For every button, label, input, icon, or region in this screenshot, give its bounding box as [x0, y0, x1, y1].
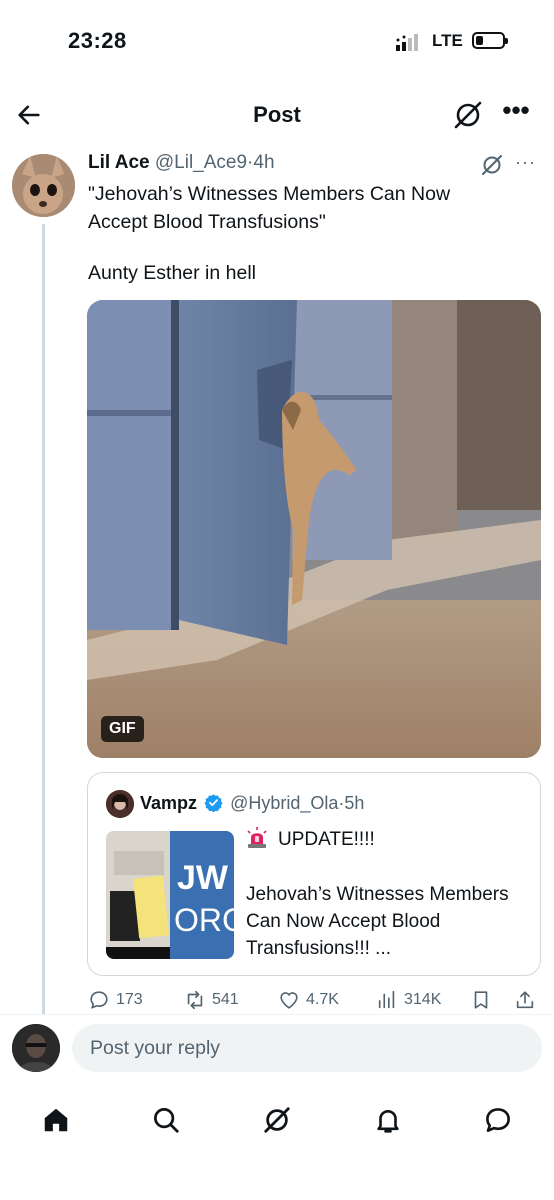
reply-icon	[90, 991, 108, 1009]
divider	[0, 1014, 554, 1015]
post-more-button[interactable]: ···	[515, 152, 536, 173]
nav-notifications[interactable]	[368, 1100, 408, 1140]
quote-author-handle[interactable]: @Hybrid_Ola	[230, 793, 338, 813]
nav-grok[interactable]	[257, 1100, 297, 1140]
top-header: Post •••	[0, 88, 554, 142]
grok-icon	[264, 1107, 290, 1133]
nav-home[interactable]	[36, 1100, 76, 1140]
nav-messages[interactable]	[478, 1100, 518, 1140]
reply-button[interactable]: 173	[88, 986, 143, 1014]
bookmark-icon	[474, 991, 488, 1009]
repost-button[interactable]: 541	[184, 986, 239, 1014]
quoted-post[interactable]: Vampz @Hybrid_Ola·5h JW ORG UPDATE!!!!	[87, 772, 541, 976]
share-icon	[516, 991, 534, 1009]
views-icon	[378, 990, 395, 1009]
reply-count: 173	[116, 991, 143, 1008]
quote-time[interactable]: 5h	[344, 793, 364, 813]
grok-icon[interactable]	[480, 153, 504, 177]
quote-body-text: Jehovah’s Witnesses Members Can Now Acce…	[246, 884, 509, 959]
siren-icon	[247, 827, 267, 848]
views-count: 314K	[404, 991, 442, 1008]
status-bar: 23:28 LTE	[0, 0, 554, 80]
svg-text:ORG: ORG	[174, 902, 234, 938]
post-text-secondary: Aunty Esther in hell	[88, 262, 257, 284]
notifications-icon	[377, 1110, 399, 1133]
post-media-gif[interactable]: GIF	[87, 300, 541, 758]
heart-icon	[280, 992, 298, 1009]
like-button[interactable]: 4.7K	[278, 986, 339, 1014]
quote-author-avatar[interactable]	[106, 790, 134, 818]
post-time[interactable]: 4h	[253, 152, 274, 173]
current-user-avatar[interactable]	[12, 1024, 60, 1072]
author-avatar[interactable]	[12, 154, 75, 217]
views-button[interactable]: 314K	[376, 986, 441, 1014]
repost-count: 541	[212, 991, 239, 1008]
post-header: Lil Ace @Lil_Ace9·4h	[88, 152, 275, 174]
quote-update-line: UPDATE!!!!	[246, 827, 375, 851]
quote-update-text: UPDATE!!!!	[278, 829, 375, 850]
quote-header: Vampz @Hybrid_Ola·5h	[140, 793, 364, 814]
bookmark-button[interactable]	[470, 986, 492, 1014]
signal-icon	[396, 34, 418, 51]
svg-text:JW: JW	[177, 859, 229, 897]
nav-search[interactable]	[146, 1100, 186, 1140]
status-time: 23:28	[68, 28, 127, 53]
quote-thumbnail[interactable]: JW ORG	[106, 831, 234, 959]
bottom-navigation	[0, 1090, 554, 1150]
author-name[interactable]: Lil Ace	[88, 152, 150, 173]
gif-badge: GIF	[101, 716, 144, 742]
search-icon	[154, 1108, 179, 1133]
repost-icon	[187, 990, 203, 1010]
verified-badge-icon	[204, 794, 223, 812]
like-count: 4.7K	[306, 991, 339, 1008]
grok-icon[interactable]	[452, 99, 484, 131]
home-icon	[44, 1108, 68, 1132]
thread-line	[42, 224, 45, 1014]
post-actions: 173 541 4.7K 314K	[88, 986, 548, 1014]
more-options-button[interactable]: •••	[496, 97, 536, 131]
reply-input[interactable]	[72, 1024, 542, 1072]
author-handle[interactable]: @Lil_Ace9	[155, 152, 247, 173]
quote-author-name[interactable]: Vampz	[140, 793, 197, 813]
network-label: LTE	[432, 31, 463, 50]
post-text: "Jehovah’s Witnesses Members Can Now Acc…	[88, 183, 451, 233]
battery-icon	[472, 32, 508, 49]
share-button[interactable]	[514, 986, 536, 1014]
messages-icon	[486, 1108, 510, 1132]
